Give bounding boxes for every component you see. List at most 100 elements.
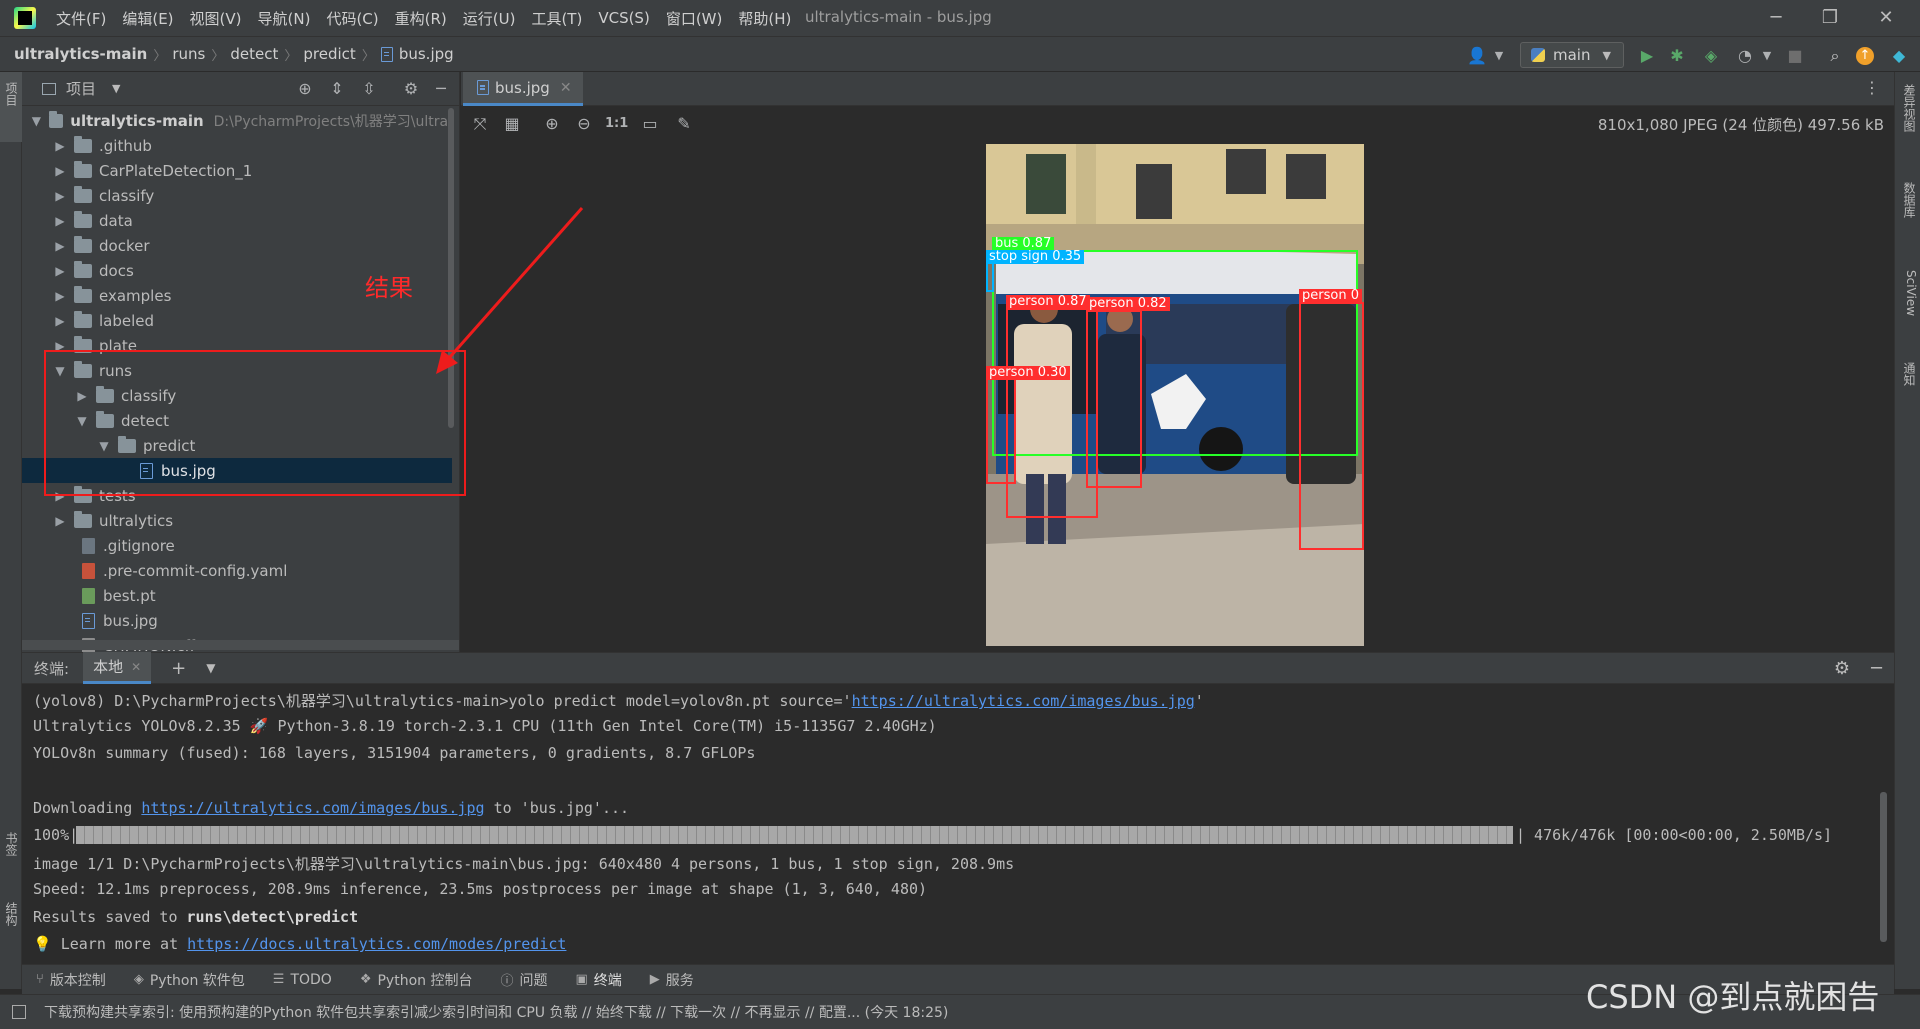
hide-panel-icon[interactable]: ─ (430, 78, 452, 100)
chevron-right-icon[interactable]: ▶ (52, 164, 68, 178)
project-tool-tab[interactable]: 项目 (2, 82, 20, 106)
gear-icon[interactable]: ⚙ (400, 78, 422, 100)
minimize-icon[interactable]: ─ (1762, 4, 1790, 32)
tool-tab-terminal[interactable]: ▣ 终端 (575, 970, 621, 990)
chevron-right-icon[interactable]: ▶ (52, 189, 68, 203)
title-bar: 文件(F) 编辑(E) 视图(V) 导航(N) 代码(C) 重构(R) 运行(U… (0, 0, 1920, 36)
breadcrumb-predict[interactable]: predict (303, 45, 355, 63)
breadcrumb-detect[interactable]: detect (230, 45, 278, 63)
locate-icon[interactable]: ⊕ (294, 78, 316, 100)
debug-icon[interactable]: ✱ (1666, 45, 1688, 67)
chevron-right-icon[interactable]: ▶ (52, 314, 68, 328)
tree-row[interactable]: ▶ labeled (22, 308, 452, 333)
close-icon[interactable]: ✕ (1872, 4, 1900, 32)
tool-tab-python-packages[interactable]: ◈ Python 软件包 (134, 970, 245, 990)
bookmarks-tool-tab[interactable]: 书签 (2, 832, 20, 856)
menu-code[interactable]: 代码(C) (326, 8, 378, 29)
user-icon[interactable]: 👤 (1466, 45, 1488, 67)
jetbrains-ai-icon[interactable]: ◆ (1888, 45, 1910, 67)
collapse-all-icon[interactable]: ⇳ (358, 78, 380, 100)
menu-navigate[interactable]: 导航(N) (258, 8, 311, 29)
tool-tab-version-control[interactable]: ⑂ 版本控制 (36, 970, 106, 990)
fit-zoom-icon[interactable]: ⤧ (469, 113, 491, 135)
tool-tab-problems[interactable]: ⓘ 问题 (500, 970, 547, 990)
menu-view[interactable]: 视图(V) (190, 8, 242, 29)
grid-icon[interactable]: ▦ (501, 113, 523, 135)
terminal-output[interactable]: (yolov8) D:\PycharmProjects\机器学习\ultraly… (22, 684, 1894, 964)
add-icon[interactable]: + (171, 658, 186, 679)
tree-row[interactable]: best.pt (22, 583, 452, 608)
chevron-right-icon[interactable]: ▶ (52, 139, 68, 153)
chevron-down-icon[interactable]: ▼ (1488, 45, 1510, 67)
menu-file[interactable]: 文件(F) (56, 8, 106, 29)
tool-tab-python-console[interactable]: ❖ Python 控制台 (360, 970, 473, 990)
breadcrumb-file[interactable]: bus.jpg (399, 45, 454, 63)
tree-row[interactable]: ▶ .github (22, 133, 452, 158)
notifications-tool-tab[interactable]: 通知 (1900, 362, 1918, 386)
download-url-link[interactable]: https://ultralytics.com/images/bus.jpg (141, 799, 484, 817)
tree-horizontal-scrollbar[interactable] (22, 640, 459, 650)
structure-tool-tab[interactable]: 结构 (2, 902, 20, 926)
coverage-icon[interactable]: ◈ (1700, 45, 1722, 67)
menu-help[interactable]: 帮助(H) (738, 8, 791, 29)
close-tab-icon[interactable]: ✕ (131, 660, 141, 674)
source-url-link[interactable]: https://ultralytics.com/images/bus.jpg (852, 692, 1195, 710)
chevron-down-icon[interactable]: ▼ (30, 114, 43, 128)
breadcrumb-project[interactable]: ultralytics-main (14, 45, 147, 63)
restore-icon[interactable]: ❐ (1816, 4, 1844, 32)
tool-tab-services[interactable]: ▶ 服务 (650, 970, 694, 990)
chevron-down-icon[interactable]: ▼ (206, 661, 215, 675)
run-configuration-select[interactable]: main ▼ (1520, 42, 1624, 68)
sciview-tool-tab[interactable]: SciView (1900, 270, 1918, 316)
update-icon[interactable]: ↑ (1856, 47, 1874, 65)
search-icon[interactable]: ⌕ (1824, 45, 1846, 67)
expand-all-icon[interactable]: ⇕ (326, 78, 348, 100)
menu-run[interactable]: 运行(U) (463, 8, 516, 29)
tool-tab-todo[interactable]: ☰ TODO (273, 972, 332, 988)
tree-row[interactable]: ▶ classify (22, 183, 452, 208)
terminal-tab-local[interactable]: 本地 ✕ (83, 652, 152, 684)
menu-window[interactable]: 窗口(W) (666, 8, 723, 29)
hide-panel-icon[interactable]: ─ (1871, 658, 1882, 679)
tree-row[interactable]: .gitignore (22, 533, 452, 558)
menu-tools[interactable]: 工具(T) (531, 8, 582, 29)
chevron-right-icon[interactable]: ▶ (52, 264, 68, 278)
color-picker-icon[interactable]: ✎ (673, 113, 695, 135)
chevron-right-icon[interactable]: ▶ (52, 239, 68, 253)
gear-icon[interactable]: ⚙ (1834, 658, 1850, 679)
run-icon[interactable]: ▶ (1636, 45, 1658, 67)
chevron-right-icon[interactable]: ▶ (52, 214, 68, 228)
docs-url-link[interactable]: https://docs.ultralytics.com/modes/predi… (187, 935, 566, 953)
editor-tab-bus-jpg[interactable]: bus.jpg ✕ (463, 72, 583, 106)
tree-row[interactable]: ▶ data (22, 208, 452, 233)
tree-row[interactable]: ▶ ultralytics (22, 508, 452, 533)
zoom-out-icon[interactable]: ⊖ (573, 113, 595, 135)
stop-icon[interactable]: ■ (1784, 45, 1806, 67)
toggle-tool-windows-icon[interactable] (12, 1005, 26, 1019)
tree-row-root[interactable]: ▼ ultralytics-main D:\PycharmProjects\机器… (22, 108, 452, 133)
chevron-right-icon[interactable]: ▶ (52, 514, 68, 528)
project-panel-title[interactable]: 项目 (66, 78, 96, 99)
close-tab-icon[interactable]: ✕ (560, 80, 572, 96)
fit-window-icon[interactable]: ▭ (639, 113, 661, 135)
zoom-in-icon[interactable]: ⊕ (541, 113, 563, 135)
tree-row[interactable]: .pre-commit-config.yaml (22, 558, 452, 583)
tree-row[interactable]: ▶ CarPlateDetection_1 (22, 158, 452, 183)
actual-size-button[interactable]: 1:1 (605, 113, 628, 135)
database-tool-tab[interactable]: 数据库 (1900, 182, 1918, 218)
menu-vcs[interactable]: VCS(S) (598, 9, 649, 27)
chevron-down-icon[interactable]: ▼ (112, 82, 120, 95)
breadcrumb-runs[interactable]: runs (172, 45, 205, 63)
chevron-down-icon[interactable]: ▼ (1756, 45, 1778, 67)
play-circle-icon: ▶ (649, 972, 660, 987)
diff-tool-tab[interactable]: 差异视图 (1900, 84, 1918, 132)
chevron-right-icon[interactable]: ▶ (52, 289, 68, 303)
profile-icon[interactable]: ◔ (1734, 45, 1756, 67)
tree-row[interactable]: ▶ docker (22, 233, 452, 258)
menu-refactor[interactable]: 重构(R) (395, 8, 447, 29)
tree-row[interactable]: bus.jpg (22, 608, 452, 633)
terminal-scrollbar[interactable] (1880, 792, 1887, 942)
menu-edit[interactable]: 编辑(E) (122, 8, 173, 29)
more-options-icon[interactable]: ⋮ (1864, 78, 1880, 97)
status-message[interactable]: 下载预构建共享索引: 使用预构建的Python 软件包共享索引减少索引时间和 C… (44, 1002, 948, 1022)
